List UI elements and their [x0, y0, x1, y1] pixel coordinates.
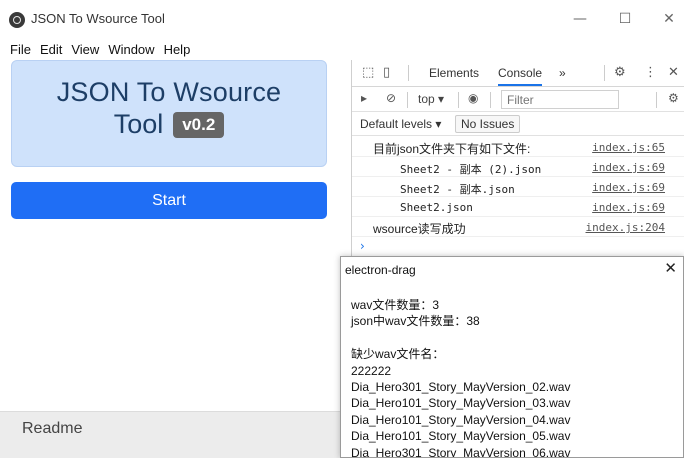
readme-label: Readme	[22, 420, 83, 437]
console-message-text: Sheet2.json	[400, 201, 473, 214]
version-badge: v0.2	[173, 111, 225, 138]
close-button[interactable]: ✕	[656, 8, 682, 30]
divider	[458, 92, 459, 108]
missing-file-item: Dia_Hero301_Story_MayVersion_06.wav	[351, 445, 571, 458]
console-message: wsource读写成功 index.js:204	[352, 217, 684, 237]
console-message: Sheet2.json index.js:69	[352, 197, 684, 217]
console-source-link[interactable]: index.js:69	[592, 181, 665, 194]
sidebar-toggle-icon[interactable]: ▸	[361, 91, 367, 105]
missing-file-item: 222222	[351, 363, 392, 378]
missing-file-item: Dia_Hero301_Story_MayVersion_02.wav	[351, 380, 571, 395]
divider	[604, 65, 605, 81]
console-message-text: Sheet2 - 副本.json	[400, 183, 515, 196]
title-bar: JSON To Wsource Tool — ☐ ✕	[0, 0, 684, 38]
console-message: 目前json文件夹下有如下文件: index.js:65	[352, 137, 684, 157]
console-message-text: wsource读写成功	[373, 222, 466, 236]
devtools-panel: ⬚ ▯ Elements Console » ⚙ ⋮ ✕ ▸ ⊘ top ▾ ◉…	[351, 60, 684, 260]
console-toolbar: ▸ ⊘ top ▾ ◉ ⚙	[352, 87, 684, 112]
menu-bar: File Edit View Window Help	[0, 41, 190, 59]
divider	[656, 92, 657, 108]
more-tabs-button[interactable]: »	[559, 66, 566, 80]
app-header-panel: JSON To Wsource Tool v0.2	[11, 60, 327, 167]
console-source-link[interactable]: index.js:69	[592, 161, 665, 174]
console-output: 目前json文件夹下有如下文件: index.js:65 Sheet2 - 副本…	[352, 137, 684, 237]
device-toolbar-icon[interactable]: ▯	[383, 65, 390, 80]
missing-file-item: Dia_Hero101_Story_MayVersion_05.wav	[351, 429, 571, 444]
console-message: Sheet2 - 副本 (2).json index.js:69	[352, 157, 684, 177]
electron-drag-dialog: electron-drag ✕ wav文件数量：3 json中wav文件数量：3…	[340, 256, 684, 458]
menu-window[interactable]: Window	[108, 41, 154, 59]
menu-file[interactable]: File	[10, 41, 31, 59]
console-settings-gear-icon[interactable]: ⚙	[668, 91, 679, 105]
maximize-button[interactable]: ☐	[612, 8, 638, 30]
missing-file-item: Dia_Hero101_Story_MayVersion_03.wav	[351, 396, 571, 411]
menu-edit[interactable]: Edit	[40, 41, 62, 59]
console-levels-bar: Default levels ▾ No Issues	[352, 112, 684, 136]
app-logo-icon	[9, 12, 25, 28]
missing-header-text: 缺少wav文件名：	[351, 347, 445, 362]
menu-help[interactable]: Help	[164, 41, 191, 59]
wav-count-text: wav文件数量：3	[351, 298, 440, 312]
readme-panel[interactable]: Readme	[0, 411, 342, 458]
console-filter-input[interactable]	[501, 90, 619, 109]
console-source-link[interactable]: index.js:204	[586, 221, 665, 234]
menu-view[interactable]: View	[71, 41, 99, 59]
inspect-element-icon[interactable]: ⬚	[362, 65, 374, 80]
devtools-tabbar: ⬚ ▯ Elements Console » ⚙ ⋮ ✕	[352, 60, 684, 87]
json-wav-count-text: json中wav文件数量：38	[351, 314, 480, 329]
dialog-title: electron-drag	[345, 263, 416, 277]
console-prompt-icon[interactable]: ›	[360, 239, 365, 253]
console-source-link[interactable]: index.js:69	[592, 201, 665, 214]
live-expression-eye-icon[interactable]: ◉	[468, 91, 478, 105]
console-source-link[interactable]: index.js:65	[592, 141, 665, 154]
context-selector[interactable]: top ▾	[418, 92, 444, 106]
default-levels-dropdown[interactable]: Default levels ▾	[360, 117, 441, 131]
minimize-button[interactable]: —	[567, 8, 593, 30]
console-message: Sheet2 - 副本.json index.js:69	[352, 177, 684, 197]
more-options-icon[interactable]: ⋮	[644, 65, 657, 80]
app-title-line1: JSON To Wsource	[56, 77, 282, 107]
app-title-line2: Tool	[113, 109, 164, 139]
console-message-text: Sheet2 - 副本 (2).json	[400, 163, 542, 176]
tab-elements[interactable]: Elements	[429, 66, 479, 80]
divider	[490, 92, 491, 108]
window-title: JSON To Wsource Tool	[31, 11, 165, 26]
missing-file-item: Dia_Hero101_Story_MayVersion_04.wav	[351, 412, 571, 427]
start-button[interactable]: Start	[11, 182, 327, 219]
tab-console[interactable]: Console	[498, 66, 543, 86]
dialog-message: wav文件数量：3 json中wav文件数量：38 缺少wav文件名： 2222…	[351, 297, 571, 458]
console-message-text: 目前json文件夹下有如下文件:	[373, 142, 531, 156]
app-title-line2-row: Tool v0.2	[12, 109, 326, 140]
no-issues-button[interactable]: No Issues	[455, 115, 521, 133]
clear-console-icon[interactable]: ⊘	[386, 91, 396, 105]
dialog-close-button[interactable]: ✕	[664, 259, 677, 277]
settings-gear-icon[interactable]: ⚙	[614, 65, 626, 80]
divider	[408, 65, 409, 81]
close-devtools-icon[interactable]: ✕	[668, 65, 679, 80]
divider	[407, 92, 408, 108]
